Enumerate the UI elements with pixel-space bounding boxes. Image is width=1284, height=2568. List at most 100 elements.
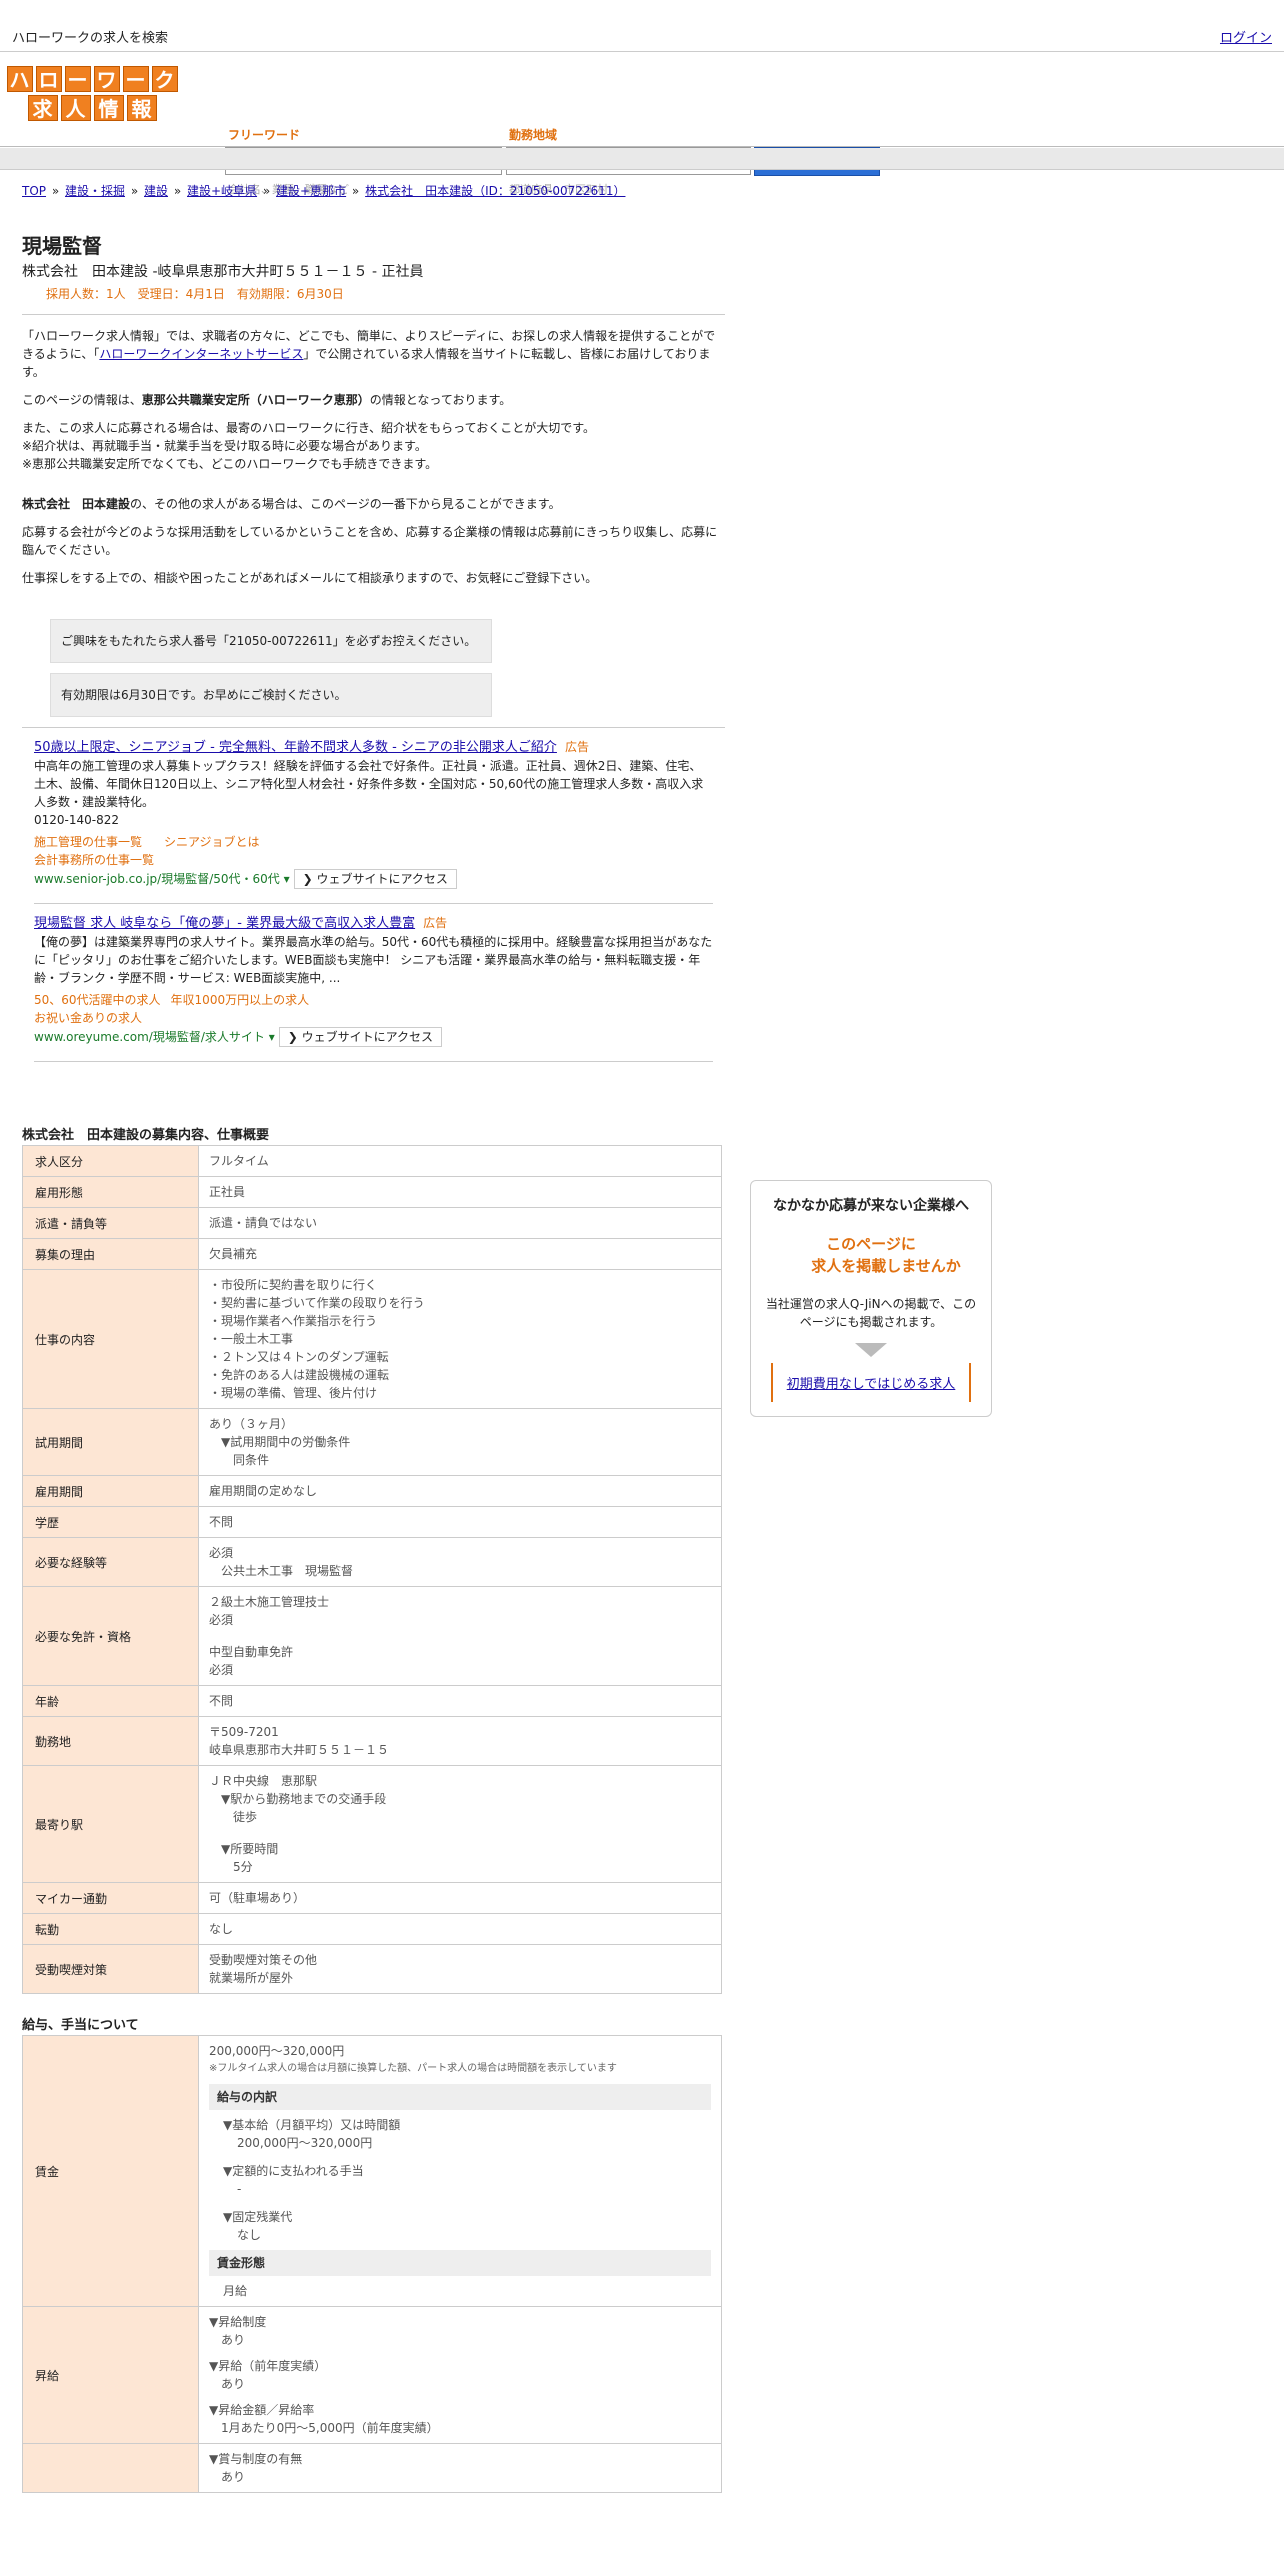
row-label: 求人区分 (22, 1145, 199, 1177)
ad-phone[interactable]: 0120-140-822 (34, 811, 713, 829)
wage-form-heading: 賃金形態 (209, 2250, 711, 2276)
table-row: 雇用形態 正社員 (22, 1176, 722, 1208)
ad-block: 50歳以上限定、シニアジョブ - 完全無料、年齢不問求人多数 - シニアの非公開… (22, 728, 725, 899)
promo-desc: 当社運営の求人Q-JiNへの掲載で、このページにも掲載されます。 (765, 1297, 977, 1329)
ad-sitelink[interactable]: 会計事務所の仕事一覧 (34, 853, 154, 867)
ad-sitelink[interactable]: 施工管理の仕事一覧 (34, 835, 142, 849)
search-header: ハローワーク 求人情報 フリーワード 会社名、業種、職種など 勤務地域 都道府県… (0, 52, 1284, 196)
ad-sitelink[interactable]: お祝い金ありの求人 (34, 1011, 142, 1025)
employer-promo-box: なかなか応募が来ない企業様へ このページに 求人を掲載しませんか 当社運営の求人Q… (750, 1180, 992, 1417)
overtime-heading: ▼固定残業代 (223, 2210, 293, 2224)
gray-divider-bar (0, 148, 1284, 170)
fixed-allowance-value: - (237, 2182, 242, 2196)
promo-title: なかなか応募が来ない企業様へ (773, 1198, 969, 1214)
row-value: あり（３ヶ月） ▼試用期間中の労働条件 同条件 (198, 1408, 722, 1476)
row-value: 派遣・請負ではない (198, 1207, 722, 1239)
base-pay-value: 200,000円〜320,000円 (237, 2136, 373, 2150)
login-link[interactable]: ログイン (1220, 27, 1272, 46)
hellowork-internet-link[interactable]: ハローワークインターネットサービス (99, 347, 303, 361)
ad-tag: 広告 (423, 916, 448, 930)
table-row: 必要な免許・資格 ２級土木施工管理技士 必須 中型自動車免許 必須 (22, 1586, 722, 1686)
row-value: 雇用期間の定めなし (198, 1475, 722, 1507)
row-label: 昇給 (22, 2306, 199, 2444)
wage-note: ※フルタイム求人の場合は月額に換算した額、パート求人の場合は時間額を表示していま… (209, 2063, 617, 2074)
overtime-value: なし (237, 2228, 262, 2242)
logo-char: ワ (93, 66, 120, 92)
row-label: 雇用形態 (22, 1176, 199, 1208)
row-label: 転勤 (22, 1913, 199, 1945)
row-value: 不問 (198, 1685, 722, 1717)
wage-value: 200,000円〜320,000円 (209, 2044, 345, 2058)
table-row: 年齢 不問 (22, 1685, 722, 1717)
ad-sitelink[interactable]: シニアジョブとは (164, 835, 260, 849)
row-value: 可（駐車場あり） (198, 1882, 722, 1914)
table-row: マイカー通勤 可（駐車場あり） (22, 1882, 722, 1914)
office-paragraph: このページの情報は、恵那公共職業安定所（ハローワーク恵那）の情報となっております… (22, 393, 512, 407)
fixed-allowance-heading: ▼定額的に支払われる手当 (223, 2164, 364, 2178)
breadcrumb-link[interactable]: TOP (22, 184, 46, 198)
breadcrumb-separator: » (259, 184, 275, 198)
breadcrumb-separator: » (48, 184, 63, 198)
breadcrumb-link[interactable]: 建設+岐阜県 (187, 184, 257, 198)
row-value: フルタイム (198, 1145, 722, 1177)
ad-sitelink[interactable]: 50、60代活躍中の求人 (34, 993, 161, 1007)
table-row: 昇給 ▼昇給制度 あり ▼昇給（前年度実績） あり ▼昇給金額／昇給率 1月あた… (22, 2306, 722, 2444)
job-title: 現場監督 (22, 234, 102, 258)
row-label: 仕事の内容 (22, 1269, 199, 1409)
arrow-down-icon (855, 1343, 887, 1357)
visit-website-button[interactable]: ❯ ウェブサイトにアクセス (293, 869, 457, 889)
table-row: 求人区分 フルタイム (22, 1145, 722, 1177)
spec-table: 求人区分 フルタイム 雇用形態 正社員 派遣・請負等 派遣・請負ではない 募集の理由 欠員補充… (22, 1145, 722, 1994)
site-title: ハローワークの求人を検索 (12, 31, 169, 46)
table-row: 試用期間 あり（３ヶ月） ▼試用期間中の労働条件 同条件 (22, 1408, 722, 1476)
chevron-down-icon[interactable]: ▾ (265, 1030, 275, 1044)
row-label: 受動喫煙対策 (22, 1944, 199, 1994)
ad-sitelink[interactable]: 年収1000万円以上の求人 (171, 993, 310, 1007)
breadcrumb-link[interactable]: 建設 (144, 184, 168, 198)
table-row: 最寄り駅 ＪＲ中央線 恵那駅 ▼駅から勤務地までの交通手段 徒歩 ▼所要時間 5分 (22, 1765, 722, 1883)
ad-body: 中高年の施工管理の求人募集トップクラス！経験を評価する会社で好条件。正社員・派遣… (34, 759, 704, 809)
row-value: ▼賞与制度の有無 あり (198, 2443, 722, 2493)
ad-body: 【俺の夢】は建築業界専門の求人サイト。業界最高水準の給与。50代・60代も積極的… (34, 935, 713, 985)
promo-catch: このページに 求人を掲載しませんか (811, 1235, 961, 1275)
row-value: ２級土木施工管理技士 必須 中型自動車免許 必須 (198, 1586, 722, 1686)
breadcrumb: TOP » 建設・採掘 » 建設 » 建設+岐阜県 » 建設+恵那市 » 株式会… (20, 182, 627, 199)
row-value: 200,000円〜320,000円 ※フルタイム求人の場合は月額に換算した額、パ… (198, 2035, 722, 2307)
row-value: 〒509-7201 岐阜県恵那市大井町５５１－１５ (198, 1716, 722, 1766)
row-value: 欠員補充 (198, 1238, 722, 1270)
research-paragraph: 応募する会社が今どのような採用活動をしているかということを含め、応募する企業様の… (22, 525, 718, 557)
row-value: なし (198, 1913, 722, 1945)
breadcrumb-separator: » (170, 184, 185, 198)
visit-website-button[interactable]: ❯ ウェブサイトにアクセス (278, 1027, 442, 1047)
logo-char: 求 (27, 95, 58, 121)
pay-section-title: 給与、手当について (22, 2018, 139, 2033)
row-label: 勤務地 (22, 1716, 199, 1766)
ad-block: 現場監督 求人 岐阜なら「俺の夢」- 業界最大級で高収入求人豊富 広告 【俺の夢】… (22, 904, 725, 1057)
wage-form-value: 月給 (223, 2284, 248, 2298)
row-value: 正社員 (198, 1176, 722, 1208)
table-row: 雇用期間 雇用期間の定めなし (22, 1475, 722, 1507)
ad-url[interactable]: www.senior-job.co.jp/現場監督/50代・60代 (34, 872, 280, 886)
company-line: 株式会社 田本建設 -岐阜県恵那市大井町５５１－１５ - 正社員 (22, 264, 424, 280)
keyword-label: フリーワード (228, 128, 301, 142)
ad-url[interactable]: www.oreyume.com/現場監督/求人サイト (34, 1030, 265, 1044)
base-pay-heading: ▼基本給（月額平均）又は時間額 (223, 2118, 401, 2132)
ad-tag: 広告 (564, 740, 589, 754)
breadcrumb-link[interactable]: 株式会社 田本建設（ID：21050-00722611） (365, 184, 625, 198)
other-jobs-paragraph: 株式会社 田本建設の、その他の求人がある場合は、このページの一番下から見ることが… (22, 497, 561, 511)
ad-title-link[interactable]: 現場監督 求人 岐阜なら「俺の夢」- 業界最大級で高収入求人豊富 (34, 916, 415, 931)
logo-char: ク (151, 66, 178, 92)
chevron-down-icon[interactable]: ▾ (280, 872, 290, 886)
logo-char: ー (64, 66, 91, 92)
hellowork-logo[interactable]: ハローワーク 求人情報 (4, 66, 180, 122)
row-label: 雇用期間 (22, 1475, 199, 1507)
breadcrumb-link[interactable]: 建設・採掘 (65, 184, 125, 198)
breadcrumb-link[interactable]: 建設+恵那市 (276, 184, 346, 198)
row-label: 募集の理由 (22, 1238, 199, 1270)
consult-paragraph: 仕事探しをする上での、相談や困ったことがあればメールにて相談承りますので、お気軽… (22, 571, 598, 585)
promo-link[interactable]: 初期費用なしではじめる求人 (787, 1377, 956, 1392)
table-row: ▼賞与制度の有無 あり (22, 2443, 722, 2493)
ad-title-link[interactable]: 50歳以上限定、シニアジョブ - 完全無料、年齢不問求人多数 - シニアの非公開… (34, 740, 557, 755)
table-row: 受動喫煙対策 受動喫煙対策その他 就業場所が屋外 (22, 1944, 722, 1994)
row-label: 学歴 (22, 1506, 199, 1538)
